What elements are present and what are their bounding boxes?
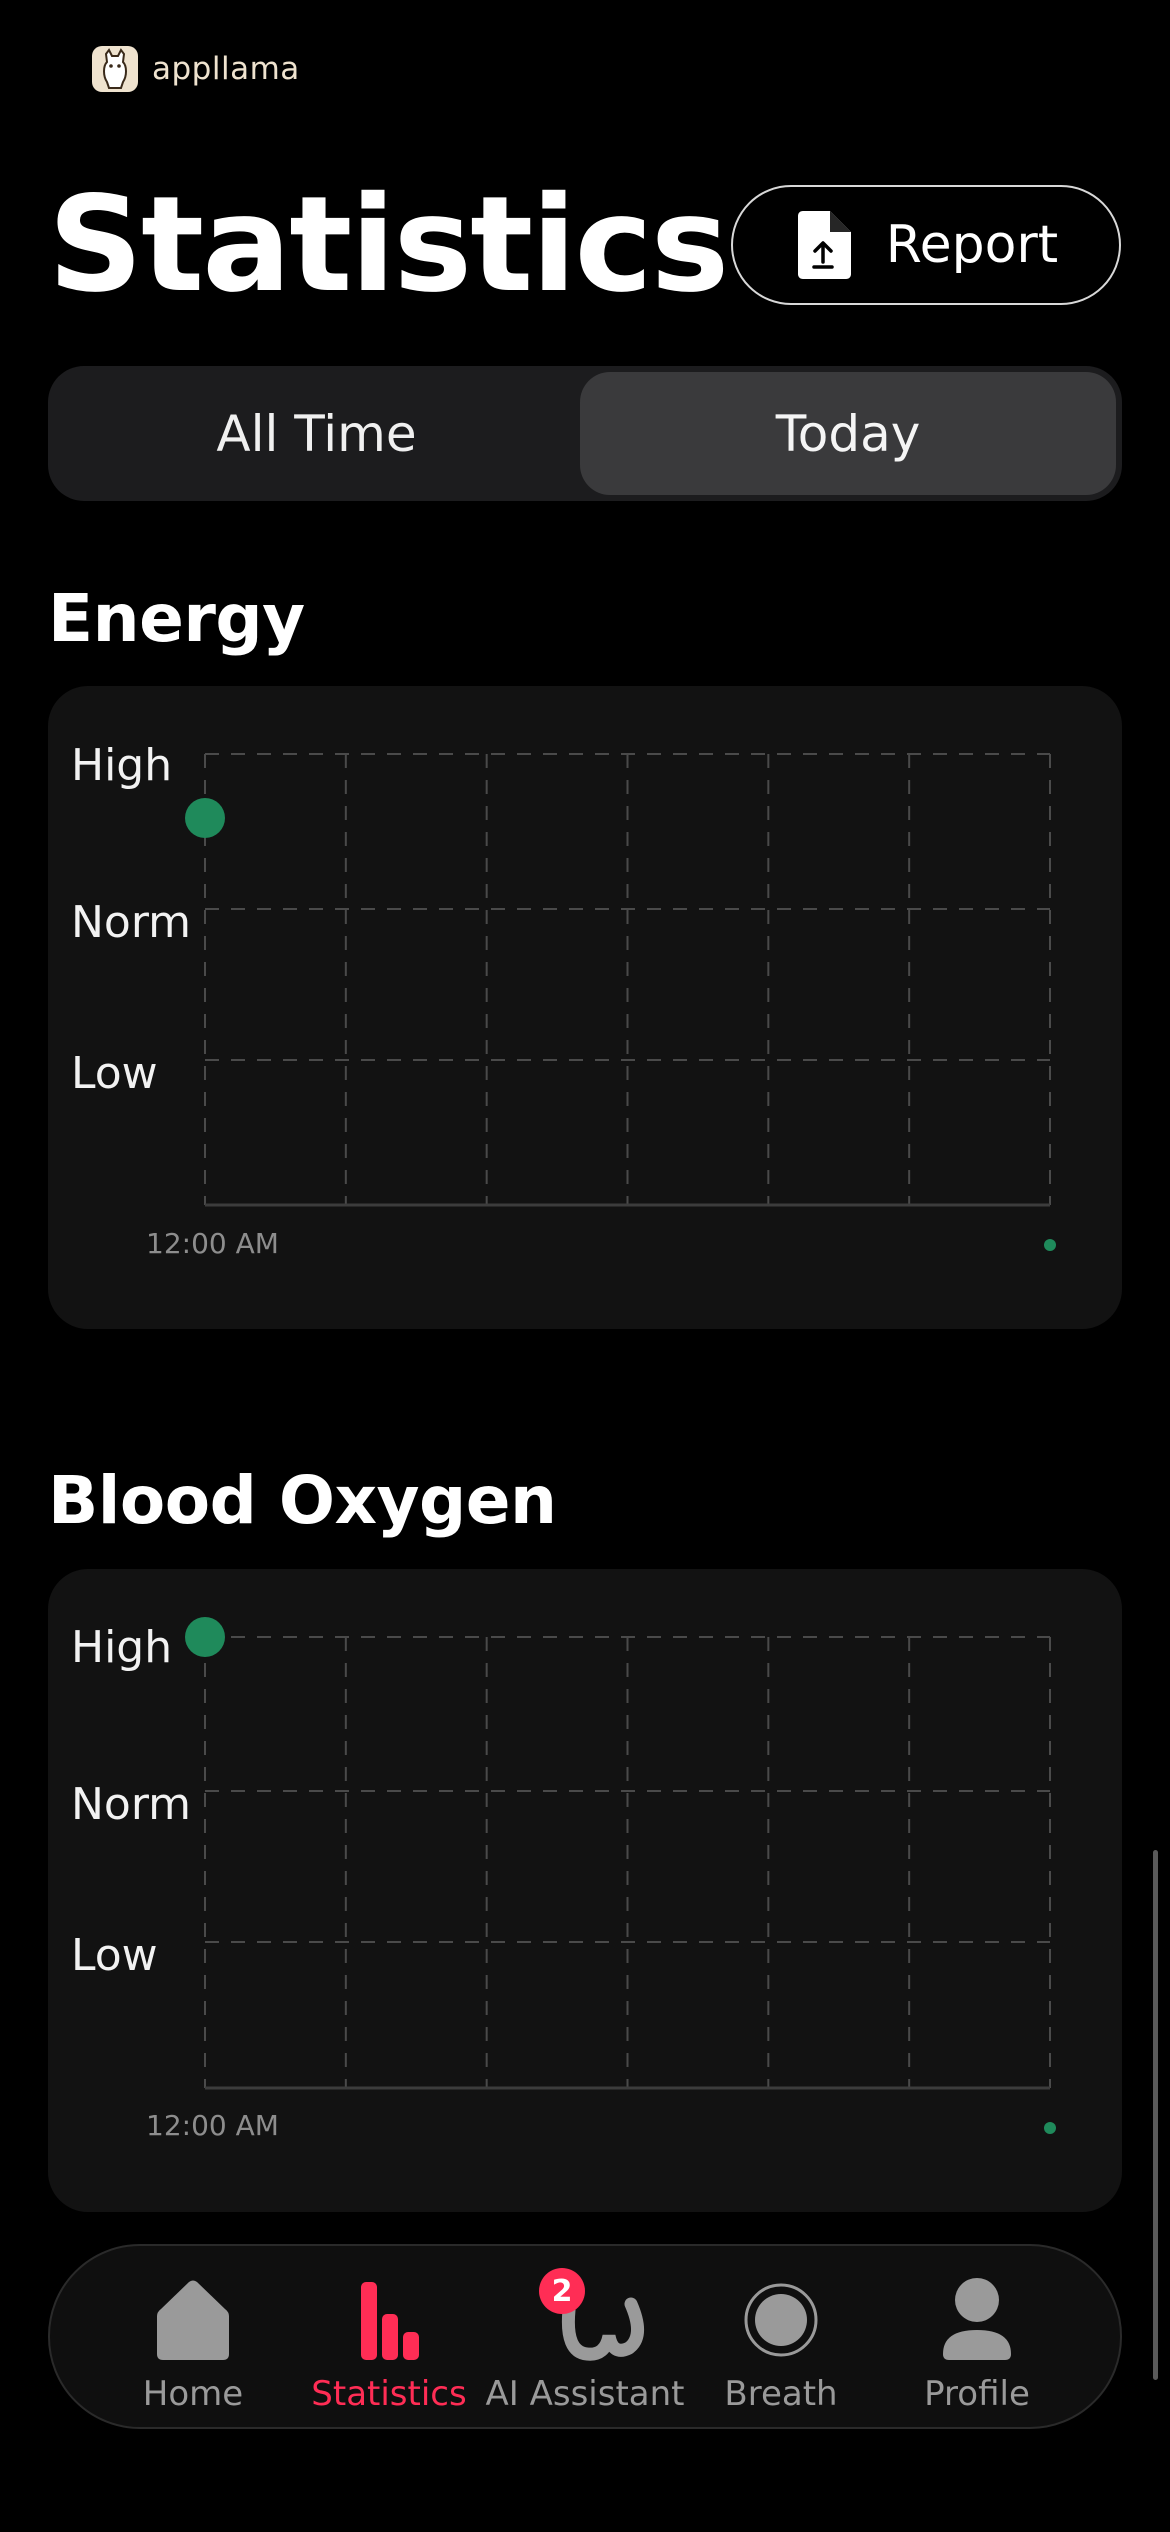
tab-ai-assistant[interactable]: 2 AI Assistant — [485, 2246, 685, 2431]
energy-axis-end-marker — [1044, 1239, 1056, 1251]
energy-chart-card: High Norm Low 12:00 AM — [48, 686, 1122, 1329]
tab-breath[interactable]: Breath — [683, 2246, 879, 2431]
home-icon — [157, 2280, 229, 2360]
page-title: Statistics — [48, 168, 729, 322]
bottom-tab-bar: Home Statistics 2 AI Assistant Breath Pr… — [48, 2244, 1122, 2429]
bar-chart-icon — [361, 2282, 419, 2360]
tab-breath-label: Breath — [724, 2374, 838, 2414]
report-button[interactable]: Report — [731, 185, 1121, 305]
file-upload-icon — [797, 211, 851, 279]
blood-oxygen-data-point-0 — [185, 1617, 225, 1657]
tab-ai-assistant-label: AI Assistant — [485, 2374, 685, 2414]
llama-logo-icon — [92, 46, 138, 92]
breath-icon — [744, 2283, 818, 2357]
blood-oxygen-x-tick-start: 12:00 AM — [146, 2109, 279, 2142]
range-segmented-control: All Time Today — [48, 366, 1122, 501]
assistant-badge: 2 — [539, 2268, 585, 2314]
tab-today[interactable]: Today — [580, 372, 1116, 495]
blood-oxygen-axis-end-marker — [1044, 2122, 1056, 2134]
brand: appllama — [92, 44, 300, 94]
tab-profile-label: Profile — [924, 2374, 1030, 2414]
tab-home-label: Home — [142, 2374, 244, 2414]
energy-section-title: Energy — [48, 580, 305, 657]
tab-statistics[interactable]: Statistics — [291, 2246, 487, 2431]
energy-grid — [204, 753, 1051, 1205]
blood-oxygen-chart-card: High Norm Low 12:00 AM — [48, 1569, 1122, 2212]
energy-data-point-0 — [185, 798, 225, 838]
tab-profile[interactable]: Profile — [879, 2246, 1075, 2431]
blood-oxygen-grid — [204, 1636, 1051, 2088]
brand-name: appllama — [152, 51, 300, 87]
tab-statistics-label: Statistics — [311, 2374, 467, 2414]
report-button-label: Report — [885, 215, 1059, 275]
scrollbar[interactable] — [1153, 1850, 1158, 2380]
tab-home[interactable]: Home — [95, 2246, 291, 2431]
tab-all-time[interactable]: All Time — [54, 372, 579, 495]
profile-icon — [943, 2278, 1011, 2360]
energy-x-tick-start: 12:00 AM — [146, 1227, 279, 1260]
blood-oxygen-section-title: Blood Oxygen — [48, 1462, 557, 1539]
